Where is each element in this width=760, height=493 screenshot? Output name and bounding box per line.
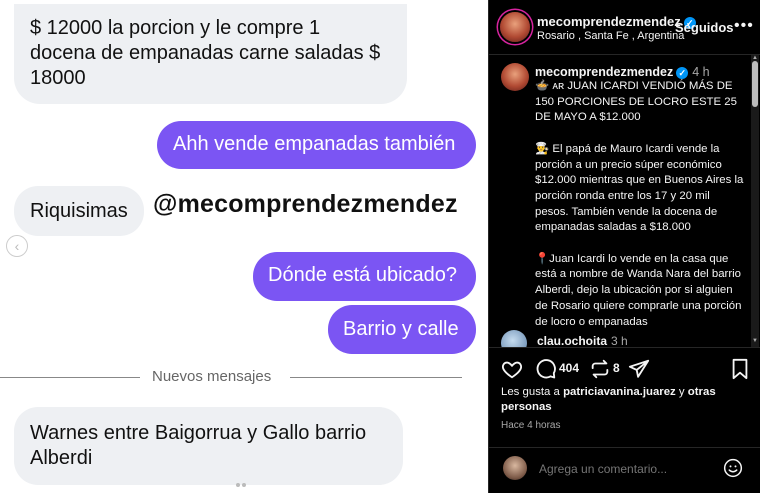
- divider: [0, 377, 140, 378]
- current-user-avatar: [503, 456, 527, 480]
- emoji-icon[interactable]: [723, 458, 743, 478]
- verified-badge-icon: ✓: [676, 67, 689, 79]
- carousel-dots: [236, 474, 250, 487]
- caption-avatar[interactable]: [501, 63, 529, 91]
- comment-time: 3 h: [611, 334, 628, 347]
- message-bubble: Ahh vende empanadas también: [157, 121, 476, 169]
- liker-username[interactable]: patriciavanina.juarez: [563, 386, 676, 398]
- new-messages-label: Nuevos mensajes: [152, 368, 272, 385]
- repost-icon[interactable]: [589, 358, 611, 380]
- post-actions: 404 8 Les gusta a patriciavanina.juarez …: [489, 347, 760, 493]
- comment-composer: [489, 447, 760, 493]
- caption-text: 🍲 ᴀʀ JUAN ICARDI VENDIÓ MÁS DE 150 PORCI…: [535, 80, 744, 328]
- post-header: mecomprendezmendez ✓ Rosario , Santa Fe ,…: [489, 0, 760, 55]
- following-button[interactable]: Seguidos: [675, 20, 734, 35]
- divider: [290, 377, 462, 378]
- author-username[interactable]: mecomprendezmendez: [537, 14, 681, 29]
- heart-icon[interactable]: [501, 358, 523, 380]
- likes-text: Les gusta a patriciavanina.juarez y otra…: [501, 385, 741, 415]
- message-bubble: Riquisimas: [14, 186, 144, 236]
- scrollbar-thumb[interactable]: [752, 61, 758, 107]
- post-location[interactable]: Rosario , Santa Fe , Argentina: [537, 30, 684, 42]
- previous-slide-button[interactable]: ‹: [6, 235, 28, 257]
- message-bubble: Warnes entre Baigorrua y Gallo barrio Al…: [14, 407, 403, 485]
- likes-prefix: Les gusta a: [501, 386, 564, 398]
- comment-count: 404: [559, 361, 580, 375]
- post-panel: mecomprendezmendez ✓ Rosario , Santa Fe ,…: [488, 0, 760, 493]
- message-bubble: $ 12000 la porcion y le compre 1 docena …: [14, 4, 407, 104]
- scroll-down-arrow-icon[interactable]: ▼: [752, 338, 758, 344]
- commenter-avatar[interactable]: [501, 330, 527, 347]
- chat-screenshot: $ 12000 la porcion y le compre 1 docena …: [0, 0, 488, 493]
- repost-count: 8: [613, 361, 620, 375]
- share-icon[interactable]: [628, 358, 650, 380]
- more-options-icon[interactable]: •••: [734, 17, 754, 35]
- caption-username[interactable]: mecomprendezmendez: [535, 65, 673, 79]
- likes-suffix: y: [675, 386, 688, 398]
- caption-area: mecomprendezmendez ✓ 4 h 🍲 ᴀʀ JUAN ICARDI …: [489, 55, 751, 347]
- post-timestamp: Hace 4 horas: [501, 420, 561, 431]
- caption-time: 4 h: [692, 65, 710, 79]
- message-bubble: Barrio y calle: [328, 305, 476, 354]
- bookmark-icon[interactable]: [730, 358, 750, 380]
- message-bubble: Dónde está ubicado?: [253, 252, 476, 301]
- comment-input[interactable]: [539, 461, 714, 477]
- comment-icon[interactable]: [535, 358, 557, 380]
- caption-scrollbar[interactable]: ▲ ▼: [751, 55, 759, 347]
- author-avatar[interactable]: [500, 12, 530, 42]
- watermark: @mecomprendezmendez: [153, 190, 458, 218]
- commenter-username[interactable]: clau.ochoita: [537, 334, 607, 347]
